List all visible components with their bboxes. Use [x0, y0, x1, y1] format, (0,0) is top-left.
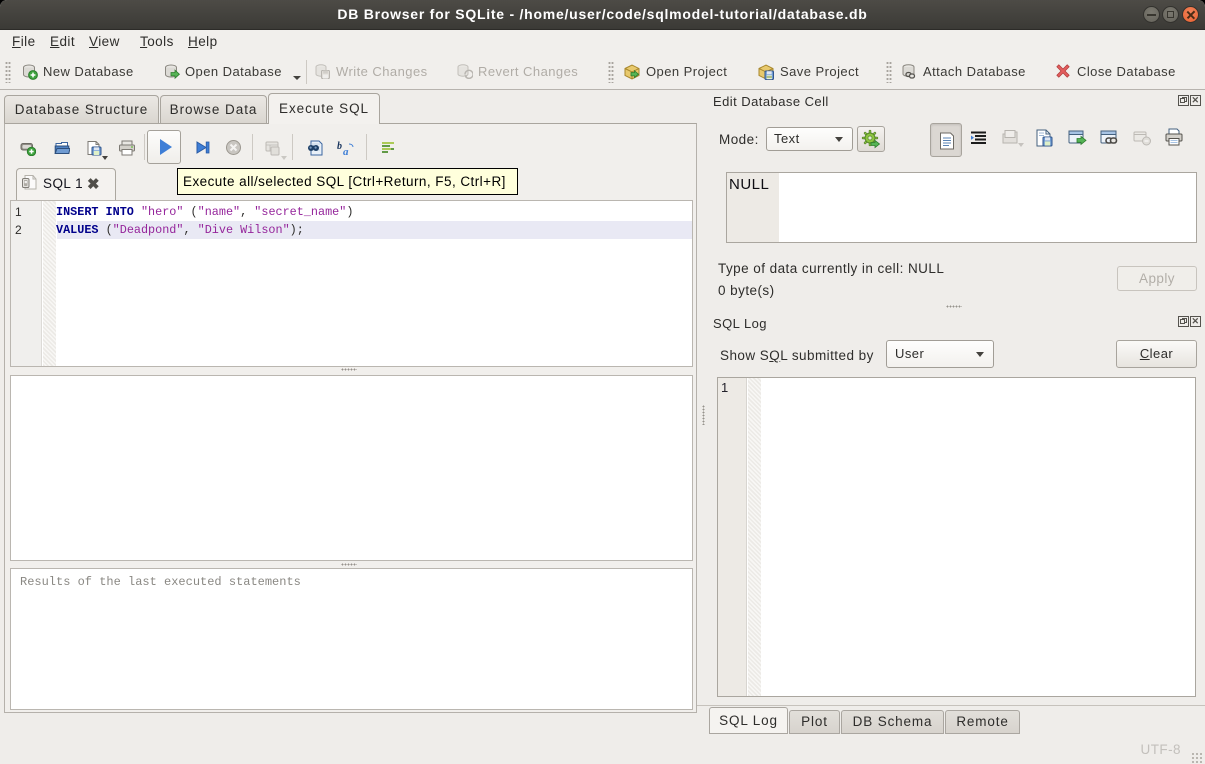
svg-text:b: b	[337, 141, 342, 152]
svg-text:a: a	[343, 146, 349, 157]
